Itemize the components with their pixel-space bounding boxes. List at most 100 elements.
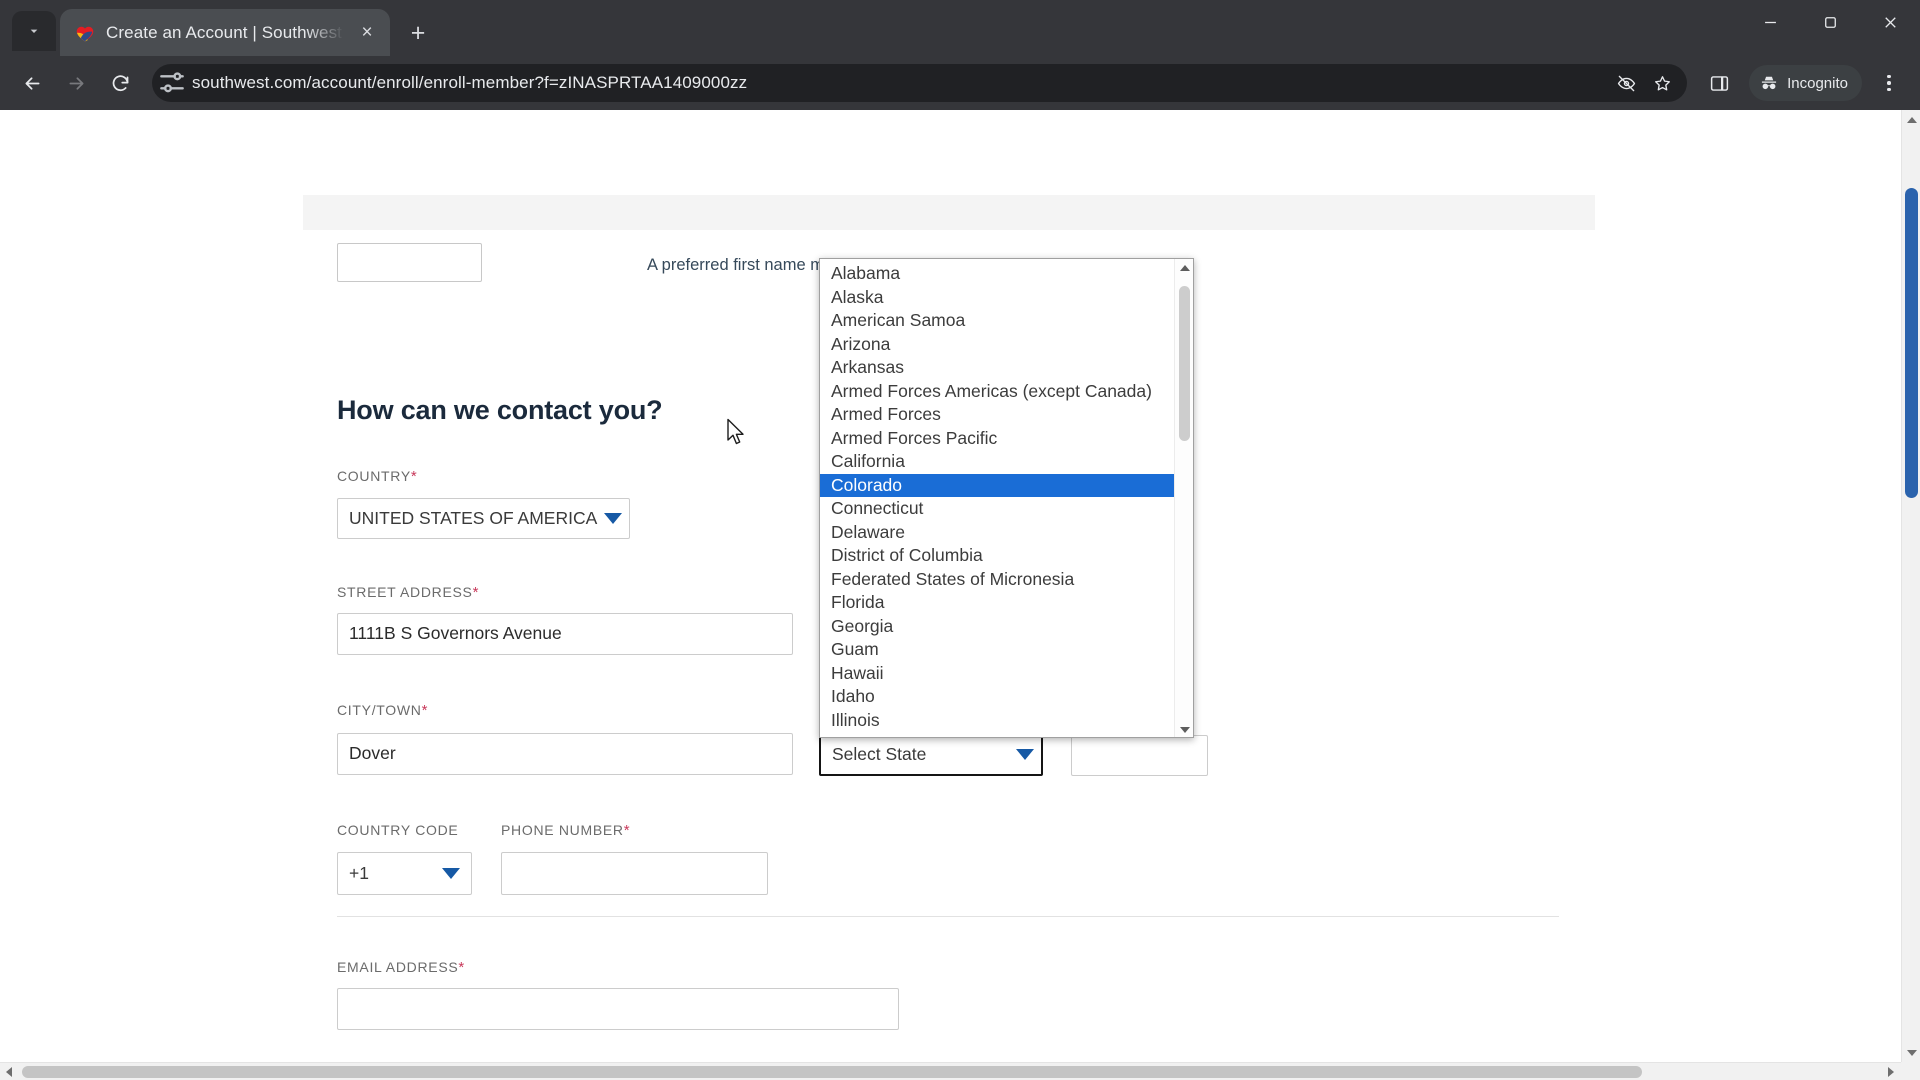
minimize-button[interactable] xyxy=(1740,0,1800,44)
browser-toolbar: southwest.com/account/enroll/enroll-memb… xyxy=(0,56,1920,110)
street-address-input[interactable]: 1111B S Governors Avenue xyxy=(337,613,793,655)
city-town-label: CITY/TOWN* xyxy=(337,702,429,719)
state-option[interactable]: District of Columbia xyxy=(820,544,1175,568)
required-asterisk: * xyxy=(623,822,631,839)
scrollbar-corner xyxy=(1901,1062,1920,1080)
minimize-icon xyxy=(1764,21,1776,23)
back-arrow-icon xyxy=(25,76,39,90)
country-code-label: COUNTRY CODE xyxy=(337,822,459,838)
city-town-input[interactable]: Dover xyxy=(337,733,793,775)
state-option[interactable]: Arkansas xyxy=(820,356,1175,380)
page-section-heading: How can we contact you? xyxy=(337,395,663,425)
state-option[interactable]: Georgia xyxy=(820,615,1175,639)
state-option[interactable]: Hawaii xyxy=(820,662,1175,686)
back-button[interactable] xyxy=(12,63,52,103)
southwest-heart-icon xyxy=(74,22,96,44)
browser-menu-button[interactable] xyxy=(1870,64,1908,102)
web-page: A preferred first name may not be used o… xyxy=(0,110,1901,1080)
side-panel-button[interactable] xyxy=(1699,63,1739,103)
browser-tab[interactable]: Create an Account | Southwest × xyxy=(60,9,390,56)
required-asterisk: * xyxy=(472,584,480,601)
city-town-value: Dover xyxy=(349,743,396,764)
reload-icon xyxy=(112,74,128,91)
page-settings-icon[interactable] xyxy=(156,67,188,99)
kebab-dot xyxy=(1887,74,1891,79)
new-tab-button[interactable]: + xyxy=(400,15,436,51)
window-controls xyxy=(1740,0,1920,56)
state-option[interactable]: Connecticut xyxy=(820,497,1175,521)
state-option[interactable]: Guam xyxy=(820,638,1175,662)
close-window-button[interactable] xyxy=(1860,0,1920,44)
tab-close-button[interactable]: × xyxy=(354,20,380,46)
section-divider xyxy=(337,916,1559,917)
url-text[interactable]: southwest.com/account/enroll/enroll-memb… xyxy=(188,73,1609,93)
dropdown-scrollbar[interactable] xyxy=(1174,259,1193,737)
country-select-value: UNITED STATES OF AMERICA xyxy=(349,508,598,528)
scroll-up-arrow-icon[interactable] xyxy=(1902,110,1920,129)
street-address-value: 1111B S Governors Avenue xyxy=(349,623,562,644)
street-address-label: STREET ADDRESS* xyxy=(337,584,480,601)
required-asterisk: * xyxy=(421,702,429,719)
state-option[interactable]: California xyxy=(820,450,1175,474)
chevron-down-icon xyxy=(30,29,38,33)
country-code-select[interactable]: +1 xyxy=(337,852,472,895)
incognito-indicator[interactable]: Incognito xyxy=(1749,65,1862,101)
tab-title: Create an Account | Southwest xyxy=(106,22,343,42)
dropdown-scrollbar-thumb[interactable] xyxy=(1179,286,1190,441)
state-option[interactable]: Federated States of Micronesia xyxy=(820,568,1175,592)
maximize-icon xyxy=(1824,16,1836,28)
page-horizontal-scrollbar[interactable] xyxy=(0,1062,1920,1080)
address-bar[interactable]: southwest.com/account/enroll/enroll-memb… xyxy=(152,64,1688,102)
state-option[interactable]: Colorado xyxy=(820,473,1175,497)
reload-button[interactable] xyxy=(100,63,140,103)
scroll-left-arrow-icon[interactable] xyxy=(0,1063,18,1080)
email-address-label: EMAIL ADDRESS* xyxy=(337,959,465,976)
tab-search-button[interactable] xyxy=(12,11,56,51)
incognito-label: Incognito xyxy=(1787,74,1848,92)
state-option[interactable]: Armed Forces Americas (except Canada) xyxy=(820,380,1175,404)
state-option[interactable]: Idaho xyxy=(820,685,1175,709)
chevron-down-icon xyxy=(1016,749,1034,760)
preferred-first-name-input[interactable] xyxy=(337,243,482,282)
state-option[interactable]: Arizona xyxy=(820,333,1175,357)
eye-off-icon[interactable] xyxy=(1609,66,1643,100)
state-option[interactable]: Armed Forces Pacific xyxy=(820,427,1175,451)
omnibox-actions xyxy=(1609,66,1679,100)
chevron-down-icon xyxy=(442,868,460,879)
scroll-down-arrow-icon[interactable] xyxy=(1902,1043,1920,1062)
email-address-input[interactable] xyxy=(337,988,899,1030)
incognito-icon xyxy=(1762,76,1777,90)
state-option[interactable]: Alabama xyxy=(820,262,1175,286)
country-code-value: +1 xyxy=(349,863,369,883)
state-dropdown-popup[interactable]: Alabama Alaska American Samoa Arizona Arkans… xyxy=(819,258,1194,738)
maximize-button[interactable] xyxy=(1800,0,1860,44)
country-label: COUNTRY* xyxy=(337,468,418,485)
scroll-down-arrow-icon[interactable] xyxy=(1175,721,1193,737)
horizontal-scrollbar-thumb[interactable] xyxy=(22,1066,1642,1078)
required-asterisk: * xyxy=(458,959,465,976)
bookmark-star-icon[interactable] xyxy=(1645,66,1679,100)
page-vertical-scrollbar[interactable] xyxy=(1901,110,1920,1062)
preferred-name-card xyxy=(303,110,1595,195)
side-panel-icon xyxy=(1710,75,1728,91)
country-select[interactable]: UNITED STATES OF AMERICA xyxy=(337,498,630,539)
state-option[interactable]: Delaware xyxy=(820,521,1175,545)
forward-button[interactable] xyxy=(56,63,96,103)
state-option[interactable]: Illinois xyxy=(820,709,1175,733)
phone-number-input[interactable] xyxy=(501,852,768,895)
state-option[interactable]: Armed Forces xyxy=(820,403,1175,427)
state-option[interactable]: Florida xyxy=(820,591,1175,615)
forward-arrow-icon xyxy=(69,76,83,90)
scroll-right-arrow-icon[interactable] xyxy=(1882,1063,1900,1080)
mouse-cursor xyxy=(727,418,744,445)
vertical-scrollbar-thumb[interactable] xyxy=(1905,188,1918,498)
state-option-list[interactable]: Alabama Alaska American Samoa Arizona Arkans… xyxy=(820,262,1175,736)
kebab-dot xyxy=(1887,87,1891,92)
tab-strip: Create an Account | Southwest × + xyxy=(0,0,1920,56)
zip-code-input[interactable] xyxy=(1071,735,1208,776)
required-asterisk: * xyxy=(410,468,418,485)
state-select[interactable]: Select State xyxy=(819,733,1043,776)
state-option[interactable]: Alaska xyxy=(820,286,1175,310)
scroll-up-arrow-icon[interactable] xyxy=(1175,259,1193,277)
state-option[interactable]: American Samoa xyxy=(820,309,1175,333)
